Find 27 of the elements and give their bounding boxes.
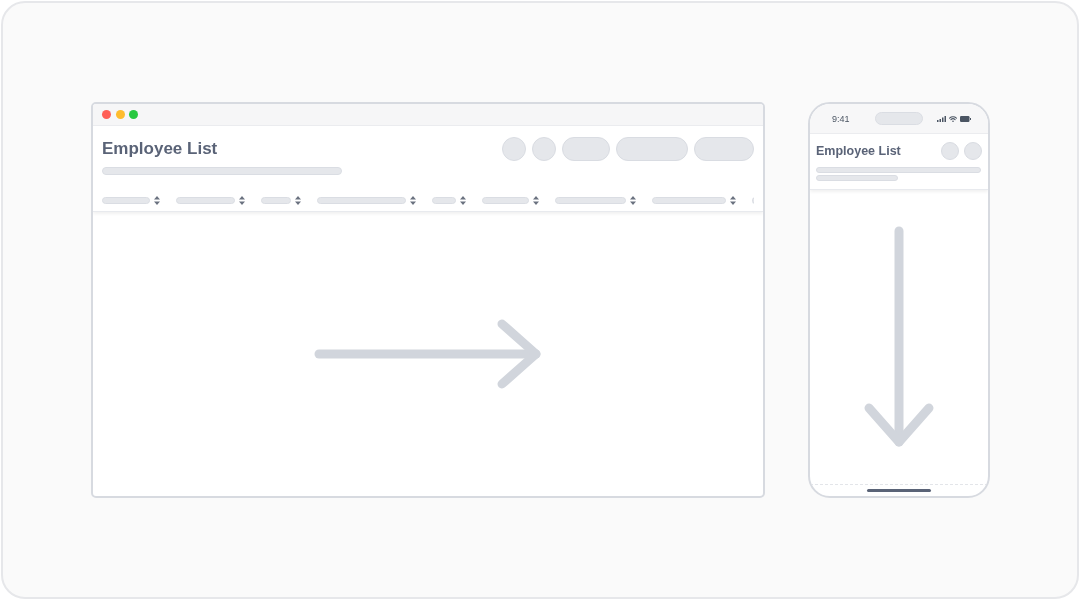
minimize-icon[interactable] xyxy=(115,110,125,119)
sort-icon[interactable] xyxy=(410,196,416,205)
sort-icon[interactable] xyxy=(630,196,636,205)
page-title: Employee List xyxy=(102,138,218,160)
column-header-placeholder xyxy=(555,197,626,204)
right-arrow-icon xyxy=(314,319,542,389)
down-arrow-icon xyxy=(864,226,934,448)
maximize-icon[interactable] xyxy=(129,110,138,119)
camera-notch xyxy=(875,112,923,125)
column-header-placeholder xyxy=(261,197,291,204)
column-header-placeholder xyxy=(102,197,150,204)
wifi-icon xyxy=(949,115,957,122)
sort-icon[interactable] xyxy=(239,196,245,205)
signal-icon xyxy=(937,115,946,122)
sort-icon[interactable] xyxy=(730,196,736,205)
page-title: Employee List xyxy=(816,143,901,160)
status-time: 9:41 xyxy=(831,112,851,125)
close-icon[interactable] xyxy=(102,110,111,119)
sort-icon[interactable] xyxy=(460,196,466,205)
column-header-placeholder xyxy=(432,197,456,204)
home-indicator xyxy=(867,489,931,492)
sort-icon[interactable] xyxy=(533,196,539,205)
sort-icon[interactable] xyxy=(154,196,160,205)
column-header-placeholder xyxy=(482,197,529,204)
sort-icon[interactable] xyxy=(295,196,301,205)
column-header-placeholder xyxy=(176,197,235,204)
battery-icon xyxy=(960,115,971,122)
